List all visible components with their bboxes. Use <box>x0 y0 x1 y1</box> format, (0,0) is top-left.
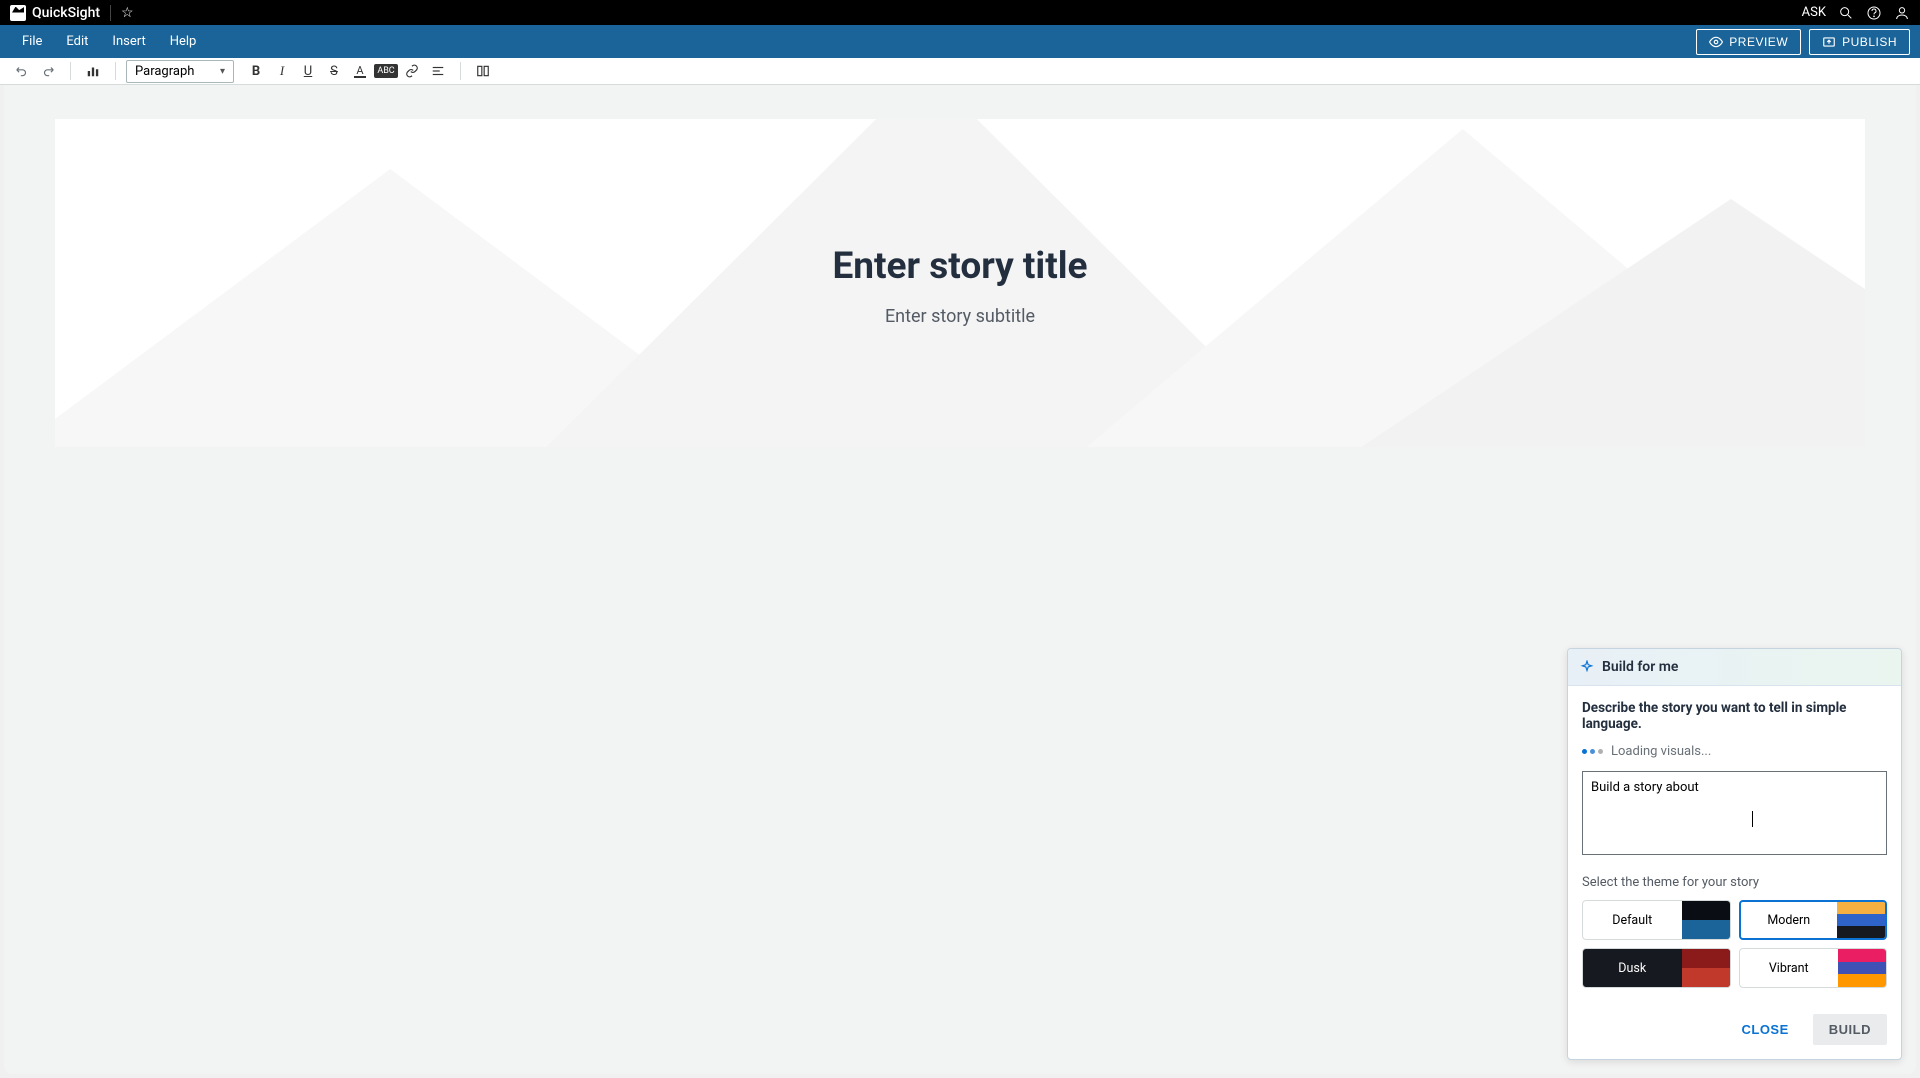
menu-right: PREVIEW PUBLISH <box>1696 29 1910 55</box>
theme-swatch-dusk <box>1682 949 1730 987</box>
theme-vibrant[interactable]: Vibrant <box>1739 948 1888 988</box>
text-cursor <box>1752 811 1753 827</box>
publish-label: PUBLISH <box>1842 35 1897 49</box>
paragraph-style-select[interactable]: Paragraph <box>126 60 234 83</box>
story-title-input[interactable]: Enter story title <box>55 245 1865 288</box>
theme-name-default: Default <box>1583 913 1682 928</box>
topbar-right: ASK <box>1802 5 1910 21</box>
columns-button[interactable] <box>471 60 495 82</box>
link-button[interactable] <box>400 60 424 82</box>
undo-button[interactable] <box>10 60 34 82</box>
bold-button[interactable]: B <box>244 60 268 82</box>
loading-indicator: Loading visuals... <box>1582 744 1887 759</box>
text-color-button[interactable]: A <box>348 60 372 82</box>
sparkle-icon <box>1580 660 1594 674</box>
panel-description: Describe the story you want to tell in s… <box>1582 700 1887 732</box>
theme-modern[interactable]: Modern <box>1739 900 1888 940</box>
panel-header: Build for me <box>1568 649 1901 686</box>
topbar: QuickSight ☆ ASK <box>0 0 1920 25</box>
story-prompt-input[interactable] <box>1582 771 1887 855</box>
panel-title: Build for me <box>1602 659 1678 675</box>
menu-help[interactable]: Help <box>158 26 209 57</box>
style-value: Paragraph <box>135 64 194 79</box>
publish-button[interactable]: PUBLISH <box>1809 29 1910 55</box>
divider <box>110 5 111 21</box>
theme-name-vibrant: Vibrant <box>1740 961 1839 976</box>
theme-swatch-default <box>1682 901 1730 939</box>
publish-icon <box>1822 35 1836 49</box>
highlight-button[interactable]: ABC <box>374 60 398 82</box>
build-button[interactable]: BUILD <box>1813 1014 1887 1045</box>
eye-icon <box>1709 35 1723 49</box>
theme-grid: Default Modern Dusk <box>1582 900 1887 988</box>
story-subtitle-input[interactable]: Enter story subtitle <box>55 306 1865 327</box>
theme-swatch-modern <box>1837 902 1885 938</box>
menu-file[interactable]: File <box>10 26 54 57</box>
menubar: File Edit Insert Help PREVIEW PUBLISH <box>0 25 1920 58</box>
italic-button[interactable]: I <box>270 60 294 82</box>
app-name: QuickSight <box>32 5 100 21</box>
topbar-left: QuickSight ☆ <box>10 5 134 21</box>
menu-edit[interactable]: Edit <box>54 26 100 57</box>
help-icon[interactable] <box>1866 5 1882 21</box>
separator <box>115 62 116 80</box>
separator <box>460 62 461 80</box>
underline-button[interactable]: U <box>296 60 320 82</box>
preview-label: PREVIEW <box>1729 35 1788 49</box>
favorite-star-icon[interactable]: ☆ <box>121 5 134 21</box>
theme-default[interactable]: Default <box>1582 900 1731 940</box>
strikethrough-button[interactable]: S <box>322 60 346 82</box>
theme-swatch-vibrant <box>1838 949 1886 987</box>
user-icon[interactable] <box>1894 5 1910 21</box>
loading-text: Loading visuals... <box>1611 744 1711 759</box>
quicksight-logo-icon <box>10 5 26 21</box>
theme-name-dusk: Dusk <box>1583 961 1682 976</box>
theme-dusk[interactable]: Dusk <box>1582 948 1731 988</box>
story-document[interactable]: Enter story title Enter story subtitle <box>55 119 1865 447</box>
align-button[interactable] <box>426 60 450 82</box>
separator <box>70 62 71 80</box>
canvas: Enter story title Enter story subtitle B… <box>4 85 1916 1074</box>
loading-dots-icon <box>1582 749 1603 754</box>
toolbar: Paragraph B I U S A ABC <box>0 58 1920 85</box>
theme-label: Select the theme for your story <box>1582 875 1887 890</box>
menu-left: File Edit Insert Help <box>10 26 208 57</box>
insert-visual-button[interactable] <box>81 60 105 82</box>
menu-insert[interactable]: Insert <box>100 26 157 57</box>
close-button[interactable]: CLOSE <box>1725 1014 1804 1045</box>
app-logo[interactable]: QuickSight <box>10 5 100 21</box>
preview-button[interactable]: PREVIEW <box>1696 29 1801 55</box>
theme-name-modern: Modern <box>1741 913 1838 928</box>
redo-button[interactable] <box>36 60 60 82</box>
build-for-me-panel: Build for me Describe the story you want… <box>1567 648 1902 1060</box>
search-icon[interactable] <box>1838 5 1854 21</box>
ask-button[interactable]: ASK <box>1802 5 1826 20</box>
